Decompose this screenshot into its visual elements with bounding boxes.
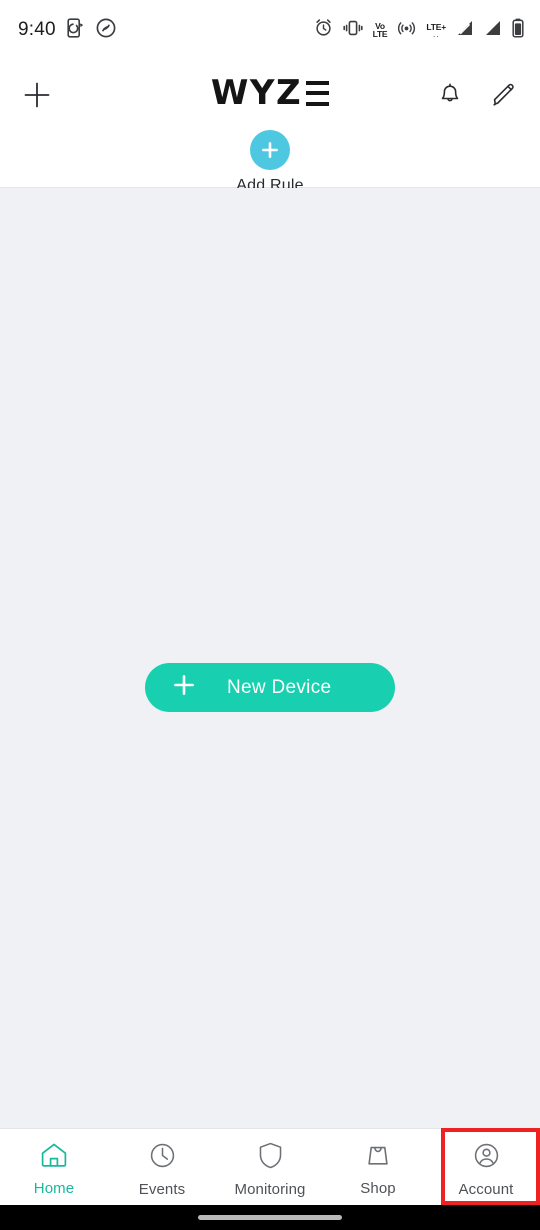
header-row (0, 60, 540, 130)
bell-icon[interactable] (437, 82, 463, 108)
add-device-plus-icon[interactable] (22, 80, 52, 110)
home-icon (39, 1141, 69, 1174)
add-rule-button[interactable]: Add Rule (0, 130, 540, 195)
lte-plus-icon: LTE+ .. (426, 23, 446, 40)
nav-item-shop[interactable]: Shop (324, 1129, 432, 1205)
nav-item-account[interactable]: Account (432, 1129, 540, 1205)
volte-icon: Vo LTE (372, 21, 388, 39)
pencil-icon[interactable] (490, 81, 518, 109)
bottom-navigation: Home Events Monitoring Shop Account (0, 1128, 540, 1205)
shopping-bag-icon (364, 1141, 392, 1174)
battery-icon (512, 18, 524, 43)
home-indicator[interactable] (198, 1215, 342, 1220)
header-actions (437, 81, 518, 109)
lte-dots: .. (432, 30, 440, 40)
volte-label-bottom: LTE (372, 29, 388, 39)
vibrate-icon (342, 19, 363, 42)
alarm-icon (314, 18, 333, 42)
account-icon (472, 1141, 501, 1175)
nav-item-events[interactable]: Events (108, 1129, 216, 1205)
clock-icon (148, 1141, 177, 1175)
nav-label-shop: Shop (360, 1180, 396, 1197)
add-rule-plus-icon[interactable] (250, 130, 290, 170)
status-bar: 9:40 Vo LTE LTE+ .. (0, 0, 540, 60)
system-gesture-bar (0, 1205, 540, 1230)
screen-cast-icon (67, 17, 85, 43)
new-device-button[interactable]: New Device (145, 663, 395, 712)
shield-icon (257, 1141, 284, 1175)
nav-label-account: Account (458, 1180, 514, 1198)
status-bar-left: 9:40 (18, 17, 116, 43)
signal-1-icon (456, 19, 474, 42)
new-device-plus-icon (171, 672, 197, 703)
nav-label-events: Events (138, 1180, 186, 1198)
nav-item-home[interactable]: Home (0, 1129, 108, 1205)
signal-2-icon (484, 19, 502, 42)
nav-item-monitoring[interactable]: Monitoring (216, 1129, 324, 1205)
nav-label-home: Home (33, 1180, 75, 1197)
app-header: WYZ Add Rule (0, 60, 540, 194)
shazam-icon (96, 18, 116, 43)
nav-label-monitoring: Monitoring (234, 1180, 306, 1198)
status-bar-right: Vo LTE LTE+ .. (314, 18, 524, 43)
new-device-label: New Device (227, 676, 332, 698)
hotspot-icon (397, 18, 416, 42)
status-time: 9:40 (18, 19, 56, 40)
app-screen: 9:40 Vo LTE LTE+ .. WYZ Add Rule New Dev… (0, 0, 540, 1230)
main-content: New Device (0, 188, 540, 1128)
